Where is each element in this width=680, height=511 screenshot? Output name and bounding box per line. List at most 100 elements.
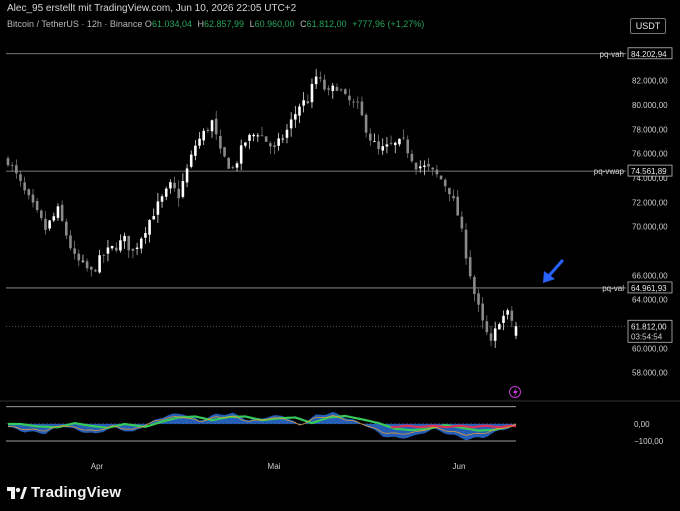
event-marker — [509, 386, 521, 398]
candle-body — [473, 276, 476, 295]
candle-body — [131, 248, 135, 251]
candle — [489, 326, 493, 347]
candle — [252, 133, 255, 142]
candle-body — [148, 220, 151, 235]
currency-button[interactable]: USDT — [630, 18, 666, 34]
candle-body — [331, 85, 335, 92]
candle — [94, 268, 97, 273]
candle-body — [464, 229, 468, 259]
candle — [510, 306, 514, 328]
candle — [294, 105, 297, 128]
ohlc-open: O61.034,04 — [144, 19, 192, 29]
candle-body — [348, 95, 351, 101]
candle — [339, 87, 343, 92]
candle-body — [169, 182, 172, 189]
candle-body — [206, 129, 210, 132]
candle — [15, 159, 18, 179]
candle-body — [327, 88, 330, 90]
time-axis-label: Apr — [91, 462, 104, 471]
candle — [319, 71, 322, 83]
candle — [373, 133, 376, 142]
candle-body — [406, 139, 410, 154]
candle-body — [281, 138, 285, 140]
candle — [364, 112, 368, 138]
candle — [185, 164, 189, 188]
candle — [289, 112, 293, 137]
candle-body — [431, 167, 435, 170]
tradingview-logo[interactable]: TradingView — [7, 484, 121, 501]
candle-body — [77, 253, 81, 261]
candle — [343, 87, 347, 95]
candle-body — [23, 182, 26, 191]
level-value-pq-val: 64.961,93 — [631, 284, 667, 293]
candle — [65, 218, 68, 240]
candle — [102, 253, 106, 263]
candle-body — [106, 247, 110, 254]
candle-body — [356, 101, 360, 103]
candle — [260, 126, 264, 137]
candle — [389, 135, 393, 146]
candle-body — [173, 182, 176, 189]
candle-body — [448, 187, 451, 195]
candle — [281, 134, 285, 143]
candle — [427, 157, 430, 172]
candle — [456, 189, 459, 216]
candle — [360, 96, 364, 117]
candle-body — [510, 310, 514, 321]
candle-body — [227, 157, 230, 169]
candle — [439, 175, 443, 180]
candle — [314, 69, 318, 89]
candle — [227, 157, 230, 169]
candle-body — [160, 196, 164, 202]
osc-tick-label: 0,00 — [634, 420, 650, 429]
candle-body — [481, 303, 484, 321]
candle-body — [248, 134, 251, 141]
candle-body — [352, 101, 355, 103]
candle — [423, 160, 426, 176]
candle-body — [114, 247, 118, 251]
candle — [393, 141, 397, 154]
candle-body — [102, 254, 106, 256]
candle — [177, 180, 181, 207]
candle — [48, 219, 51, 231]
candle — [160, 194, 164, 208]
brand-name: TradingView — [31, 484, 122, 501]
candle — [435, 164, 439, 178]
candle — [19, 171, 22, 187]
candle-body — [52, 216, 56, 221]
candle-body — [460, 216, 464, 229]
candle-body — [335, 86, 339, 91]
candle — [98, 249, 101, 274]
candle-body — [123, 235, 126, 242]
candle-body — [235, 163, 239, 168]
candle — [485, 315, 489, 335]
candle-body — [98, 255, 101, 273]
candle-body — [119, 240, 122, 251]
candle-body — [10, 165, 14, 166]
candle — [406, 135, 410, 159]
candle-body — [273, 145, 276, 147]
candle-body — [223, 147, 226, 157]
candle-body — [393, 142, 397, 146]
candle-body — [219, 135, 222, 149]
candle — [110, 245, 114, 251]
candle — [264, 136, 268, 142]
candle — [56, 203, 60, 221]
candle — [210, 119, 214, 138]
price-tick-label: 60.000,00 — [632, 344, 668, 353]
candle-body — [339, 89, 343, 91]
candle-body — [127, 235, 131, 251]
candle — [298, 103, 301, 124]
candle — [214, 110, 218, 141]
candle — [139, 236, 143, 254]
candle-body — [181, 181, 185, 197]
candle — [356, 96, 360, 110]
candle-body — [427, 163, 430, 167]
chart-stage: pq-vah pq-vwap pq-val 58.000,00 60.000,00 64.… — [0, 0, 680, 511]
candle — [277, 132, 280, 151]
candle — [331, 82, 335, 99]
candle — [477, 289, 480, 313]
candle — [385, 137, 389, 154]
candle — [248, 133, 251, 149]
price-chart[interactable]: pq-vah pq-vwap pq-val 58.000,00 60.000,00 64.… — [0, 0, 680, 511]
